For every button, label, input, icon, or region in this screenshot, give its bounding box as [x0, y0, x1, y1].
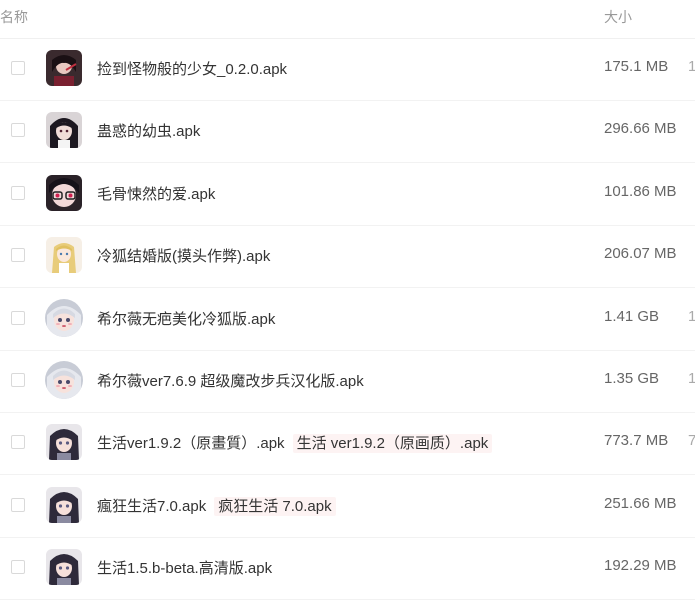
apk-thumbnail-icon — [46, 424, 82, 461]
file-name-text[interactable]: 瘋狂生活7.0.apk — [97, 498, 206, 515]
row-checkbox[interactable] — [11, 560, 25, 575]
apk-thumbnail-icon — [46, 174, 82, 211]
file-name-text[interactable]: 希尔薇无疤美化冷狐版.apk — [97, 311, 275, 328]
file-list-header: 名称 大小 — [0, 0, 695, 39]
file-row[interactable]: 生活ver1.9.2（原畫質）.apk 生活 ver1.9.2（原画质）.apk 7… — [0, 412, 695, 476]
file-extra-column: 1. — [688, 370, 695, 387]
row-checkbox[interactable] — [11, 123, 25, 138]
file-name-text[interactable]: 生活1.5.b-beta.高清版.apk — [97, 560, 272, 577]
file-name[interactable]: 生活ver1.9.2（原畫質）.apk 生活 ver1.9.2（原画质）.apk — [97, 432, 493, 454]
apk-thumbnail-icon — [46, 486, 82, 523]
file-name-text[interactable]: 冷狐结婚版(摸头作弊).apk — [97, 248, 270, 265]
row-checkbox[interactable] — [11, 310, 25, 325]
file-name[interactable]: 希尔薇ver7.6.9 超级魔改步兵汉化版.apk — [97, 370, 364, 391]
row-checkbox[interactable] — [11, 435, 25, 450]
file-row[interactable]: 瘋狂生活7.0.apk 疯狂生活 7.0.apk 251.66 MB — [0, 475, 695, 538]
file-size: 206.07 MB — [604, 245, 677, 263]
apk-thumbnail-icon — [45, 361, 83, 399]
file-name-text[interactable]: 毛骨悚然的爱.apk — [97, 186, 215, 203]
file-size: 1.41 GB — [604, 307, 660, 325]
file-row[interactable]: 冷狐结婚版(摸头作弊).apk 206.07 MB — [0, 225, 695, 289]
file-size: 101.86 MB — [604, 182, 677, 200]
file-name[interactable]: 捡到怪物般的少女_0.2.0.apk — [97, 58, 287, 79]
file-name[interactable]: 希尔薇无疤美化冷狐版.apk — [97, 308, 275, 329]
file-extra-column: 1. — [688, 307, 695, 325]
file-size: 1.35 GB — [604, 370, 660, 387]
file-row[interactable]: 毛骨悚然的爱.apk 101.86 MB — [0, 163, 695, 226]
apk-thumbnail-icon — [46, 50, 82, 86]
apk-thumbnail-icon — [46, 549, 82, 586]
file-row[interactable]: 希尔薇无疤美化冷狐版.apk 1.41 GB 1. — [0, 288, 695, 351]
file-name-highlight-tag: 生活 ver1.9.2（原画质）.apk — [292, 434, 493, 454]
file-name[interactable]: 蛊惑的幼虫.apk — [97, 120, 200, 141]
row-checkbox[interactable] — [11, 185, 25, 200]
file-size: 773.7 MB — [604, 432, 669, 450]
file-row[interactable]: 生活1.5.b-beta.高清版.apk 192.29 MB — [0, 537, 695, 600]
row-checkbox[interactable] — [11, 61, 25, 75]
file-name-text[interactable]: 生活ver1.9.2（原畫質）.apk — [97, 435, 285, 452]
file-size: 251.66 MB — [604, 494, 677, 512]
file-size: 296.66 MB — [604, 120, 677, 138]
file-name-text[interactable]: 捡到怪物般的少女_0.2.0.apk — [97, 61, 287, 78]
file-extra-column: 7 — [688, 432, 695, 450]
row-checkbox[interactable] — [11, 373, 25, 387]
file-name[interactable]: 冷狐结婚版(摸头作弊).apk — [97, 245, 270, 266]
size-column-header[interactable]: 大小 — [604, 7, 632, 27]
apk-thumbnail-icon — [46, 237, 82, 274]
file-size: 192.29 MB — [604, 557, 677, 575]
row-checkbox[interactable] — [11, 497, 25, 512]
file-name-text[interactable]: 希尔薇ver7.6.9 超级魔改步兵汉化版.apk — [97, 373, 364, 390]
file-row[interactable]: 捡到怪物般的少女_0.2.0.apk 175.1 MB 1 — [0, 38, 695, 101]
file-extra-column: 1 — [688, 58, 695, 75]
file-name[interactable]: 瘋狂生活7.0.apk 疯狂生活 7.0.apk — [97, 495, 336, 516]
apk-thumbnail-icon — [46, 112, 82, 149]
apk-thumbnail-icon — [45, 298, 83, 337]
file-row[interactable]: 希尔薇ver7.6.9 超级魔改步兵汉化版.apk 1.35 GB 1. — [0, 350, 695, 413]
file-size: 175.1 MB — [604, 58, 669, 75]
row-checkbox[interactable] — [11, 248, 25, 263]
name-column-header[interactable]: 名称 — [0, 7, 28, 27]
file-name-highlight-tag: 疯狂生活 7.0.apk — [214, 496, 336, 516]
file-name[interactable]: 生活1.5.b-beta.高清版.apk — [97, 557, 272, 578]
file-name-text[interactable]: 蛊惑的幼虫.apk — [97, 123, 200, 140]
file-row[interactable]: 蛊惑的幼虫.apk 296.66 MB — [0, 100, 695, 164]
file-name[interactable]: 毛骨悚然的爱.apk — [97, 183, 215, 204]
